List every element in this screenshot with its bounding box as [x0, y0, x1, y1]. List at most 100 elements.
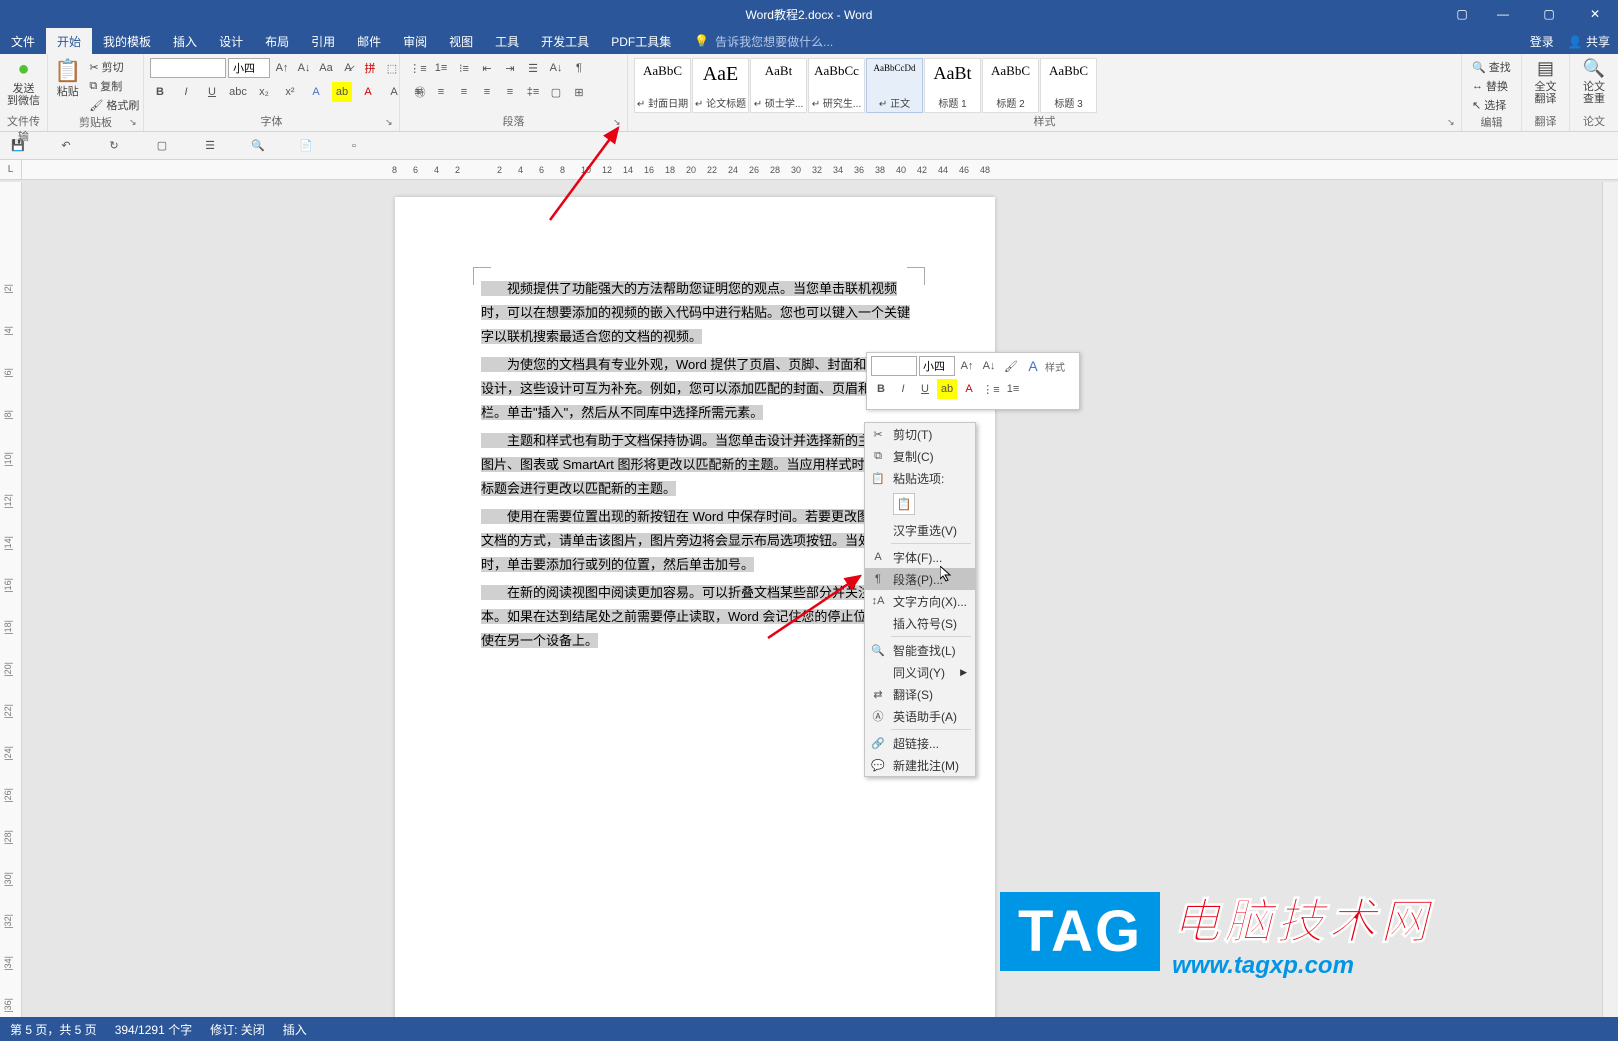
borders-button[interactable]: ⊞ — [569, 82, 589, 102]
replace-button[interactable]: ↔替换 — [1472, 77, 1511, 95]
tab-design[interactable]: 设计 — [208, 28, 254, 54]
asian-layout-button[interactable]: ☰ — [523, 58, 543, 78]
numbering-button[interactable]: 1≡ — [431, 58, 451, 78]
char-border-button[interactable]: ⬚ — [382, 58, 402, 78]
close-button[interactable]: ✕ — [1572, 0, 1618, 28]
tab-review[interactable]: 审阅 — [392, 28, 438, 54]
justify-button[interactable]: ≡ — [477, 82, 497, 102]
italic-button[interactable]: I — [176, 82, 196, 102]
tab-tools[interactable]: 工具 — [484, 28, 530, 54]
align-center-button[interactable]: ≡ — [431, 82, 451, 102]
page-content[interactable]: 视频提供了功能强大的方法帮助您证明您的观点。当您单击联机视频时，可以在想要添加的… — [481, 277, 915, 657]
align-left-button[interactable]: ≡ — [408, 82, 428, 102]
paste-button[interactable]: 📋 粘贴 — [52, 56, 83, 100]
mini-font-color[interactable]: A — [959, 379, 979, 399]
ctx-textdir[interactable]: ↕A文字方向(X)... — [865, 590, 975, 612]
tab-insert[interactable]: 插入 — [162, 28, 208, 54]
page-count[interactable]: 第 5 页，共 5 页 — [10, 1021, 97, 1038]
doc-p1[interactable]: 视频提供了功能强大的方法帮助您证明您的观点。当您单击联机视频时，可以在想要添加的… — [481, 281, 910, 344]
select-button[interactable]: ↖选择 — [1472, 96, 1511, 114]
tab-reference[interactable]: 引用 — [300, 28, 346, 54]
style-option-4[interactable]: AaBbCcDd↵ 正文 — [866, 58, 923, 113]
align-right-button[interactable]: ≡ — [454, 82, 474, 102]
mini-shrink-font[interactable]: A↓ — [979, 356, 999, 376]
strike-button[interactable]: abc — [228, 82, 248, 102]
undo-button[interactable]: ↶ — [56, 136, 76, 156]
new-button[interactable]: ▢ — [152, 136, 172, 156]
format-painter-button[interactable]: 🖌格式刷 — [89, 96, 139, 114]
full-translate-button[interactable]: ▤ 全文 翻译 — [1526, 56, 1565, 107]
shading-button[interactable]: ▢ — [546, 82, 566, 102]
ctx-cut[interactable]: ✂剪切(T) — [865, 423, 975, 445]
ctx-smartlookup[interactable]: 🔍智能查找(L) — [865, 639, 975, 661]
doc-p5[interactable]: 在新的阅读视图中阅读更加容易。可以折叠文档某些部分并关注所需文本。如果在达到结尾… — [481, 585, 910, 648]
track-changes-status[interactable]: 修订: 关闭 — [210, 1021, 265, 1038]
tab-pdf[interactable]: PDF工具集 — [600, 28, 682, 54]
tab-dev[interactable]: 开发工具 — [530, 28, 600, 54]
multilevel-button[interactable]: ⁝≡ — [454, 58, 474, 78]
line-spacing-button[interactable]: ‡≡ — [523, 82, 543, 102]
tab-view[interactable]: 视图 — [438, 28, 484, 54]
send-to-wechat-button[interactable]: ● 发送 到微信 — [4, 56, 43, 109]
print-preview-button[interactable]: 🔍 — [248, 136, 268, 156]
underline-button[interactable]: U — [202, 82, 222, 102]
doc-p2[interactable]: 为使您的文档具有专业外观，Word 提供了页眉、页脚、封面和文本框设计，这些设计… — [481, 357, 905, 420]
ctx-paragraph[interactable]: ¶段落(P)... — [865, 568, 975, 590]
ctx-font[interactable]: A字体(F)... — [865, 546, 975, 568]
login-link[interactable]: 登录 — [1530, 33, 1554, 50]
ctx-hyperlink[interactable]: 🔗超链接... — [865, 732, 975, 754]
word-count[interactable]: 394/1291 个字 — [115, 1021, 192, 1038]
bullets-button[interactable]: ⋮≡ — [408, 58, 428, 78]
mini-font-size[interactable]: 小四 — [919, 356, 955, 376]
paragraph-launcher-icon[interactable]: ↘ — [613, 117, 625, 129]
qat-more-button[interactable]: ▫ — [344, 136, 364, 156]
vertical-ruler[interactable]: |2||4||6||8||10||12||14||16||18||20||22|… — [0, 182, 22, 1017]
ctx-reselect[interactable]: 汉字重选(V) — [865, 519, 975, 541]
mini-italic[interactable]: I — [893, 379, 913, 399]
distribute-button[interactable]: ≡ — [500, 82, 520, 102]
mini-format-painter[interactable]: 🖌 — [1001, 356, 1021, 376]
change-case-button[interactable]: Aa — [316, 58, 336, 78]
shrink-font-button[interactable]: A↓ — [294, 58, 314, 78]
tab-file[interactable]: 文件 — [0, 28, 46, 54]
cut-button[interactable]: ✂剪切 — [89, 58, 139, 76]
sort-button[interactable]: A↓ — [546, 58, 566, 78]
style-option-6[interactable]: AaBbC标题 2 — [982, 58, 1039, 113]
tell-me-search[interactable]: 💡 告诉我您想要做什么... — [694, 33, 833, 50]
mini-bullets[interactable]: ⋮≡ — [981, 379, 1001, 399]
ribbon-options-icon[interactable]: ▢ — [1444, 0, 1480, 28]
font-color-button[interactable]: A — [358, 82, 378, 102]
share-button[interactable]: 👤 共享 — [1568, 33, 1610, 50]
dup-check-button[interactable]: 🔍 论文 查重 — [1574, 56, 1614, 107]
mini-bold[interactable]: B — [871, 379, 891, 399]
subscript-button[interactable]: x₂ — [254, 82, 274, 102]
clear-format-button[interactable]: A̷ — [338, 58, 358, 78]
ctx-copy[interactable]: ⧉复制(C) — [865, 445, 975, 467]
maximize-button[interactable]: ▢ — [1526, 0, 1572, 28]
copy-button[interactable]: ⧉复制 — [89, 77, 139, 95]
clipboard-launcher-icon[interactable]: ↘ — [129, 117, 141, 129]
phonetic-button[interactable]: 拼 — [360, 58, 380, 78]
ctx-comment[interactable]: 💬新建批注(M) — [865, 754, 975, 776]
tab-mail[interactable]: 邮件 — [346, 28, 392, 54]
ctx-english[interactable]: Ⓐ英语助手(A) — [865, 705, 975, 727]
font-launcher-icon[interactable]: ↘ — [385, 117, 397, 129]
superscript-button[interactable]: x² — [280, 82, 300, 102]
grow-font-button[interactable]: A↑ — [272, 58, 292, 78]
decrease-indent-button[interactable]: ⇤ — [477, 58, 497, 78]
text-effects-button[interactable]: A — [306, 82, 326, 102]
ctx-symbol[interactable]: 插入符号(S) — [865, 612, 975, 634]
paste-option-keep-source[interactable]: 📋 — [893, 493, 915, 515]
mini-numbering[interactable]: 1≡ — [1003, 379, 1023, 399]
redo-button[interactable]: ↻ — [104, 136, 124, 156]
doc-p4[interactable]: 使用在需要位置出现的新按钮在 Word 中保存时间。若要更改图片适应文档的方式，… — [481, 509, 910, 572]
mini-font-name[interactable] — [871, 356, 917, 376]
increase-indent-button[interactable]: ⇥ — [500, 58, 520, 78]
minimize-button[interactable]: — — [1480, 0, 1526, 28]
style-option-1[interactable]: AaE↵ 论文标题 — [692, 58, 749, 113]
insert-mode[interactable]: 插入 — [283, 1021, 307, 1038]
tab-layout[interactable]: 布局 — [254, 28, 300, 54]
find-button[interactable]: 🔍查找 — [1472, 58, 1511, 76]
open-button[interactable]: ☰ — [200, 136, 220, 156]
style-option-3[interactable]: AaBbCc↵ 研究生... — [808, 58, 865, 113]
